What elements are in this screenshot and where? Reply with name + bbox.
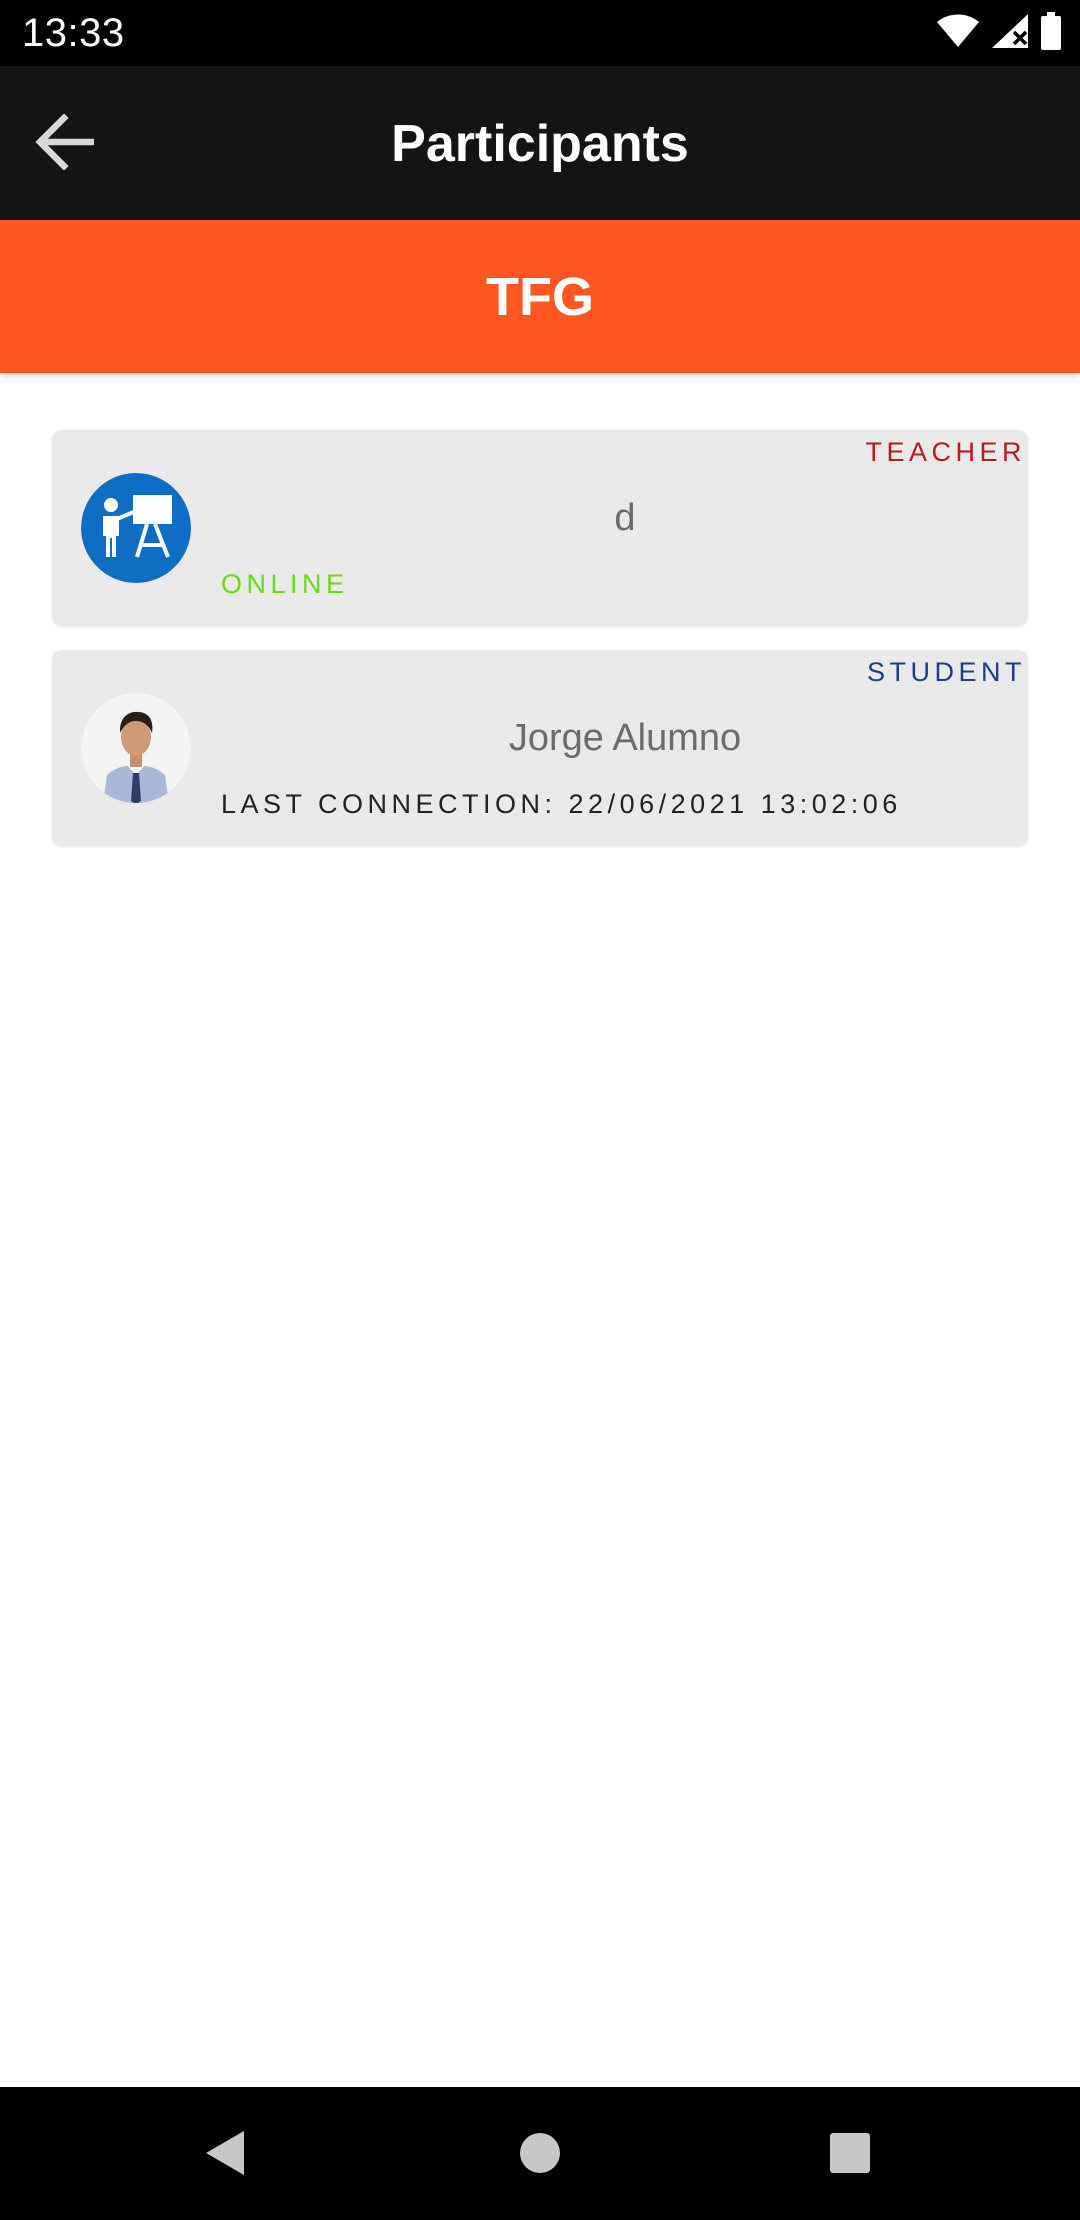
battery-icon xyxy=(1040,11,1062,55)
course-banner: TFG xyxy=(0,220,1080,373)
recents-square-icon xyxy=(828,2131,872,2180)
participant-name: d xyxy=(614,497,636,539)
course-title: TFG xyxy=(486,267,594,327)
participant-list: TEACHER d ONLINE STUDENT Jorge Alumno LA… xyxy=(52,430,1028,870)
page-title: Participants xyxy=(391,115,689,173)
role-label: TEACHER xyxy=(865,437,1026,467)
home-circle-icon xyxy=(518,2131,562,2180)
status-bar: 13:33 xyxy=(0,0,1080,66)
system-navigation-bar xyxy=(0,2087,1080,2220)
participants-screen: 13:33 Participants TFG TEACHER d ONLINE … xyxy=(0,0,1080,2220)
last-connection-status: LAST CONNECTION: 22/06/2021 13:02:06 xyxy=(221,789,902,819)
nav-recents-button[interactable] xyxy=(820,2125,880,2185)
role-label: STUDENT xyxy=(867,657,1026,687)
online-status: ONLINE xyxy=(221,569,349,599)
status-time: 13:33 xyxy=(22,11,125,55)
participant-card-student[interactable]: STUDENT Jorge Alumno LAST CONNECTION: 22… xyxy=(52,650,1028,846)
participant-name: Jorge Alumno xyxy=(508,717,742,759)
nav-home-button[interactable] xyxy=(510,2125,570,2185)
nav-back-button[interactable] xyxy=(196,2125,256,2185)
signal-icon xyxy=(990,12,1030,55)
wifi-icon xyxy=(936,13,980,54)
app-toolbar: Participants xyxy=(0,66,1080,220)
status-icons xyxy=(936,11,1062,55)
back-triangle-icon xyxy=(204,2129,248,2182)
teacher-board-icon xyxy=(81,473,191,583)
avatar xyxy=(81,693,191,803)
participant-card-teacher[interactable]: TEACHER d ONLINE xyxy=(52,430,1028,626)
